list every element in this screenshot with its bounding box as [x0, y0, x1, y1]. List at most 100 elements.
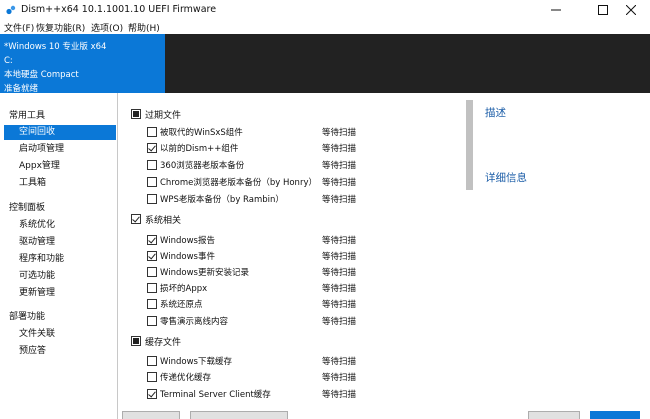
details-panel: 描述 详细信息: [480, 93, 650, 419]
secondary-button[interactable]: [528, 411, 580, 419]
section-system[interactable]: 系统相关: [131, 212, 181, 226]
item-status: 等待扫描: [322, 284, 357, 294]
section-expired-files[interactable]: 过期文件: [131, 107, 181, 121]
item-status: 等待扫描: [322, 195, 357, 205]
list-item[interactable]: 系统还原点 等待扫描: [147, 297, 447, 311]
menu-file[interactable]: 文件(F): [4, 21, 34, 34]
sidebar-item-startup[interactable]: 启动项管理: [4, 142, 116, 157]
list-item[interactable]: Chrome浏览器老版本备份（by Honry） 等待扫描: [147, 175, 447, 189]
list-item[interactable]: WPS老版本备份（by Rambin） 等待扫描: [147, 192, 447, 206]
checkbox-icon[interactable]: [131, 214, 141, 224]
sidebar-item-programs[interactable]: 程序和功能: [4, 252, 116, 267]
checkbox-icon[interactable]: [147, 160, 157, 170]
list-item[interactable]: 360浏览器老版本备份 等待扫描: [147, 158, 447, 172]
item-label: Windows报告: [160, 236, 215, 246]
sidebar-item-updates[interactable]: 更新管理: [4, 286, 116, 301]
checkbox-icon[interactable]: [147, 267, 157, 277]
item-label: 以前的Dism++组件: [160, 144, 239, 154]
sidebar: 常用工具 空间回收 启动项管理 Appx管理 工具箱 控制面板 系统优化 驱动管…: [0, 93, 118, 419]
sidebar-item-optional-features[interactable]: 可选功能: [4, 269, 116, 284]
cleanup-list[interactable]: 过期文件 被取代的WinSxS组件 等待扫描 以前的Dism++组件 等待扫描 36…: [119, 93, 479, 419]
list-item[interactable]: Windows报告 等待扫描: [147, 233, 447, 247]
system-info-panel[interactable]: *Windows 10 专业版 x64 C: 本地硬盘 Compact 准备就绪: [0, 34, 165, 94]
list-item[interactable]: 损坏的Appx 等待扫描: [147, 281, 447, 295]
sidebar-item-toolbox[interactable]: 工具箱: [4, 176, 116, 191]
checkbox-icon[interactable]: [147, 143, 157, 153]
item-label: 传递优化缓存: [160, 373, 212, 383]
minimize-button[interactable]: [537, 0, 575, 20]
checkbox-icon[interactable]: [147, 194, 157, 204]
item-status: 等待扫描: [322, 178, 357, 188]
list-item[interactable]: 传递优化缓存 等待扫描: [147, 370, 447, 384]
checkbox-icon[interactable]: [147, 356, 157, 366]
item-label: 系统还原点: [160, 300, 203, 310]
menu-options[interactable]: 选项(O): [91, 21, 123, 34]
item-status: 等待扫描: [322, 144, 357, 154]
item-status: 等待扫描: [322, 161, 357, 171]
scroll-thumb[interactable]: [466, 100, 473, 190]
checkbox-icon[interactable]: [147, 283, 157, 293]
checkbox-icon[interactable]: [131, 336, 141, 346]
list-item[interactable]: Terminal Server Client缓存 等待扫描: [147, 387, 447, 401]
checkbox-icon[interactable]: [147, 235, 157, 245]
item-label: Windows更新安装记录: [160, 268, 249, 278]
list-item[interactable]: 被取代的WinSxS组件 等待扫描: [147, 125, 447, 139]
close-button[interactable]: [612, 0, 650, 20]
sidebar-group-control-panel: 控制面板: [9, 203, 46, 213]
sidebar-group-deploy: 部署功能: [9, 312, 46, 322]
primary-button[interactable]: [590, 411, 640, 419]
item-label: Windows事件: [160, 252, 215, 262]
sidebar-item-file-assoc[interactable]: 文件关联: [4, 327, 116, 342]
item-label: Chrome浏览器老版本备份（by Honry）: [160, 178, 317, 188]
scan-button[interactable]: [190, 411, 288, 419]
description-heading: 描述: [485, 107, 506, 119]
section-label: 系统相关: [145, 215, 182, 226]
checkbox-icon[interactable]: [131, 109, 141, 119]
item-status: 等待扫描: [322, 317, 357, 327]
list-item[interactable]: 以前的Dism++组件 等待扫描: [147, 141, 447, 155]
checkbox-icon[interactable]: [147, 316, 157, 326]
checkbox-icon[interactable]: [147, 299, 157, 309]
item-label: Terminal Server Client缓存: [160, 390, 271, 400]
sidebar-item-optimize[interactable]: 系统优化: [4, 218, 116, 233]
item-status: 等待扫描: [322, 252, 357, 262]
menu-restore[interactable]: 恢复功能(R): [36, 21, 85, 34]
menu-help[interactable]: 帮助(H): [128, 21, 160, 34]
item-label: 360浏览器老版本备份: [160, 161, 245, 171]
system-name: *Windows 10 专业版 x64: [4, 42, 107, 52]
sidebar-group-common: 常用工具: [9, 111, 46, 121]
item-status: 等待扫描: [322, 128, 357, 138]
maximize-icon: [598, 5, 608, 15]
item-status: 等待扫描: [322, 236, 357, 246]
item-label: 被取代的WinSxS组件: [160, 128, 243, 138]
item-status: 等待扫描: [322, 268, 357, 278]
section-cache[interactable]: 缓存文件: [131, 334, 181, 348]
item-status: 等待扫描: [322, 390, 357, 400]
close-icon: [626, 5, 636, 15]
menu-bar: 文件(F) 恢复功能(R) 选项(O) 帮助(H): [0, 20, 650, 34]
minimize-icon: [551, 9, 561, 11]
title-bar: Dism++x64 10.1.1001.10 UEFI Firmware: [0, 0, 650, 20]
item-label: 零售演示离线内容: [160, 317, 229, 327]
checkbox-icon[interactable]: [147, 251, 157, 261]
sidebar-item-drivers[interactable]: 驱动管理: [4, 235, 116, 250]
window-title: Dism++x64 10.1.1001.10 UEFI Firmware: [21, 4, 217, 15]
sidebar-item-space-cleanup[interactable]: 空间回收: [4, 125, 116, 140]
clean-button[interactable]: [122, 411, 180, 419]
list-scrollbar[interactable]: [466, 100, 473, 412]
section-label: 缓存文件: [145, 337, 182, 348]
list-item[interactable]: 零售演示离线内容 等待扫描: [147, 314, 447, 328]
list-item[interactable]: Windows下载缓存 等待扫描: [147, 354, 447, 368]
sidebar-item-answer-file[interactable]: 预应答: [4, 344, 116, 359]
checkbox-icon[interactable]: [147, 389, 157, 399]
item-status: 等待扫描: [322, 373, 357, 383]
section-label: 过期文件: [145, 110, 182, 121]
list-item[interactable]: Windows更新安装记录 等待扫描: [147, 265, 447, 279]
item-label: WPS老版本备份（by Rambin）: [160, 195, 284, 205]
checkbox-icon[interactable]: [147, 127, 157, 137]
checkbox-icon[interactable]: [147, 372, 157, 382]
sidebar-item-appx[interactable]: Appx管理: [4, 159, 116, 174]
list-item[interactable]: Windows事件 等待扫描: [147, 249, 447, 263]
checkbox-icon[interactable]: [147, 177, 157, 187]
app-icon: [6, 5, 16, 15]
